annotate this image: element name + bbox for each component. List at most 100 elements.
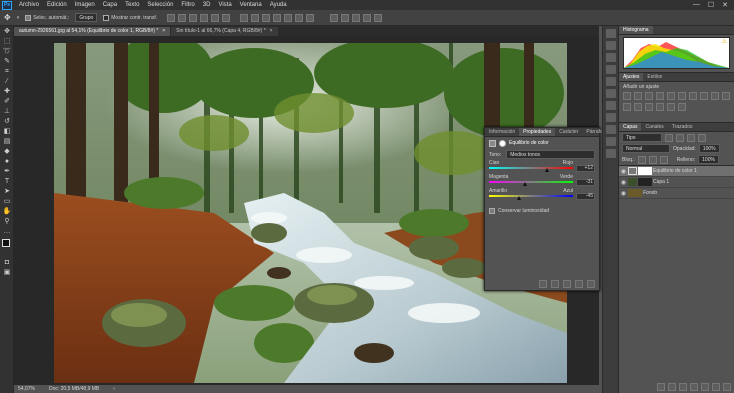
slider-value[interactable]: -31 xyxy=(576,179,595,186)
type-tool-icon[interactable]: T xyxy=(2,177,12,186)
maximize-button[interactable]: ☐ xyxy=(708,1,714,9)
reset-icon[interactable] xyxy=(563,280,571,288)
swatches-panel-icon[interactable] xyxy=(606,53,616,62)
menu-archivo[interactable]: Archivo xyxy=(15,2,43,8)
blur-tool-icon[interactable]: ◆ xyxy=(2,147,12,156)
minimize-button[interactable]: — xyxy=(693,1,700,9)
align-left-icon[interactable] xyxy=(200,13,209,22)
brush-tool-icon[interactable]: ✐ xyxy=(2,97,12,106)
slider-value[interactable]: +12 xyxy=(576,165,595,172)
warning-icon[interactable]: ⚠ xyxy=(722,38,727,45)
filter-pixel-icon[interactable] xyxy=(665,133,673,142)
add-mask-icon[interactable] xyxy=(679,383,687,391)
paths-panel-icon[interactable] xyxy=(606,113,616,122)
color-lookup-icon[interactable] xyxy=(623,103,631,111)
slider-thumb[interactable] xyxy=(545,168,550,172)
lock-pixels-icon[interactable] xyxy=(637,155,646,164)
auto-align-icon[interactable] xyxy=(306,13,315,22)
layer-style-icon[interactable] xyxy=(668,383,676,391)
menu-capa[interactable]: Capa xyxy=(99,2,121,8)
slider-track[interactable] xyxy=(489,167,573,169)
zoom-tool-icon[interactable]: ⚲ xyxy=(2,217,12,226)
history-panel-icon[interactable] xyxy=(606,29,616,38)
libraries-panel-icon[interactable] xyxy=(606,89,616,98)
tab-histograma[interactable]: Histograma xyxy=(619,26,653,34)
actions-panel-icon[interactable] xyxy=(606,41,616,50)
eyedropper-tool-icon[interactable]: ⁄ xyxy=(2,77,12,86)
fill-field[interactable]: 100% xyxy=(698,155,719,164)
curves-icon[interactable] xyxy=(645,92,653,100)
align-center-icon[interactable] xyxy=(211,13,220,22)
menu-ayuda[interactable]: Ayuda xyxy=(266,2,291,8)
link-layers-icon[interactable] xyxy=(657,383,665,391)
menu-edicion[interactable]: Edición xyxy=(43,2,71,8)
threshold-icon[interactable] xyxy=(656,103,664,111)
tab-estilos[interactable]: Estilos xyxy=(643,73,666,81)
levels-icon[interactable] xyxy=(634,92,642,100)
clip-to-layer-icon[interactable] xyxy=(539,280,547,288)
align-middle-icon[interactable] xyxy=(178,13,187,22)
3d-pan-icon[interactable] xyxy=(352,13,361,22)
layer-capa-1[interactable]: ◉ Capa 1 xyxy=(619,177,734,188)
hand-tool-icon[interactable]: ✋ xyxy=(2,207,12,216)
posterize-icon[interactable] xyxy=(645,103,653,111)
pen-tool-icon[interactable]: ✒ xyxy=(2,167,12,176)
preserve-luminosity-checkbox[interactable] xyxy=(489,208,495,214)
tone-dropdown[interactable]: Medios tonos xyxy=(506,150,595,159)
gradient-map-icon[interactable] xyxy=(667,103,675,111)
lock-all-icon[interactable] xyxy=(659,155,668,164)
filter-shape-icon[interactable] xyxy=(698,133,706,142)
exposure-icon[interactable] xyxy=(656,92,664,100)
menu-texto[interactable]: Texto xyxy=(121,2,143,8)
tab-propiedades[interactable]: Propiedades xyxy=(519,128,556,136)
distribute-center-icon[interactable] xyxy=(284,13,293,22)
new-group-icon[interactable] xyxy=(701,383,709,391)
slider-track[interactable] xyxy=(489,181,573,183)
doc-tab-autumn[interactable]: autumn-2926561.jpg al 54,1% (Equilibrio … xyxy=(14,27,171,36)
blend-mode-dropdown[interactable]: Normal xyxy=(622,144,670,153)
new-adjustment-icon[interactable] xyxy=(690,383,698,391)
visibility-eye-icon[interactable]: ◉ xyxy=(619,168,628,175)
visibility-eye-icon[interactable]: ◉ xyxy=(619,190,628,197)
distribute-middle-icon[interactable] xyxy=(251,13,260,22)
vibrance-icon[interactable] xyxy=(667,92,675,100)
tab-canales[interactable]: Canales xyxy=(641,123,667,131)
slider-thumb[interactable] xyxy=(523,182,528,186)
move-tool-icon[interactable]: ✥ xyxy=(4,13,11,22)
tab-caracter[interactable]: Carácter xyxy=(555,128,582,136)
menu-ventana[interactable]: Ventana xyxy=(236,2,266,8)
3d-slide-icon[interactable] xyxy=(363,13,372,22)
3d-orbit-icon[interactable] xyxy=(330,13,339,22)
screen-mode-icon[interactable]: ▣ xyxy=(2,268,12,277)
crop-tool-icon[interactable]: ⌗ xyxy=(2,67,12,76)
tab-trazados[interactable]: Trazados xyxy=(668,123,697,131)
invert-icon[interactable] xyxy=(634,103,642,111)
close-tab-icon[interactable]: × xyxy=(162,27,165,36)
status-menu-arrow[interactable]: › xyxy=(113,386,115,392)
filter-adjust-icon[interactable] xyxy=(676,133,684,142)
lasso-tool-icon[interactable]: ➰ xyxy=(2,47,12,56)
quick-mask-icon[interactable]: ◘ xyxy=(2,258,12,267)
visibility-eye-icon[interactable]: ◉ xyxy=(619,179,628,186)
clone-stamp-icon[interactable]: ⊥ xyxy=(2,107,12,116)
distribute-right-icon[interactable] xyxy=(295,13,304,22)
opacity-field[interactable]: 100% xyxy=(698,144,720,153)
3d-scale-icon[interactable] xyxy=(374,13,383,22)
show-transform-checkbox[interactable] xyxy=(103,14,110,21)
3d-roll-icon[interactable] xyxy=(341,13,350,22)
zoom-level[interactable]: 54,07% xyxy=(18,386,35,392)
delete-adjustment-icon[interactable] xyxy=(587,280,595,288)
healing-brush-icon[interactable]: ✚ xyxy=(2,87,12,96)
close-tab-icon[interactable]: × xyxy=(270,27,273,36)
photo-filter-icon[interactable] xyxy=(711,92,719,100)
auto-select-checkbox[interactable] xyxy=(25,14,32,21)
info-panel-icon[interactable] xyxy=(606,137,616,146)
color-panel-icon[interactable] xyxy=(606,101,616,110)
layer-kind-dropdown[interactable]: Tipo xyxy=(622,133,662,142)
color-swatches[interactable] xyxy=(1,239,13,255)
slider-value[interactable]: -45 xyxy=(576,193,595,200)
char-panel-icon[interactable] xyxy=(606,149,616,158)
marquee-tool-icon[interactable]: ⬚ xyxy=(2,37,12,46)
quick-select-tool-icon[interactable]: ✎ xyxy=(2,57,12,66)
distribute-bottom-icon[interactable] xyxy=(262,13,271,22)
